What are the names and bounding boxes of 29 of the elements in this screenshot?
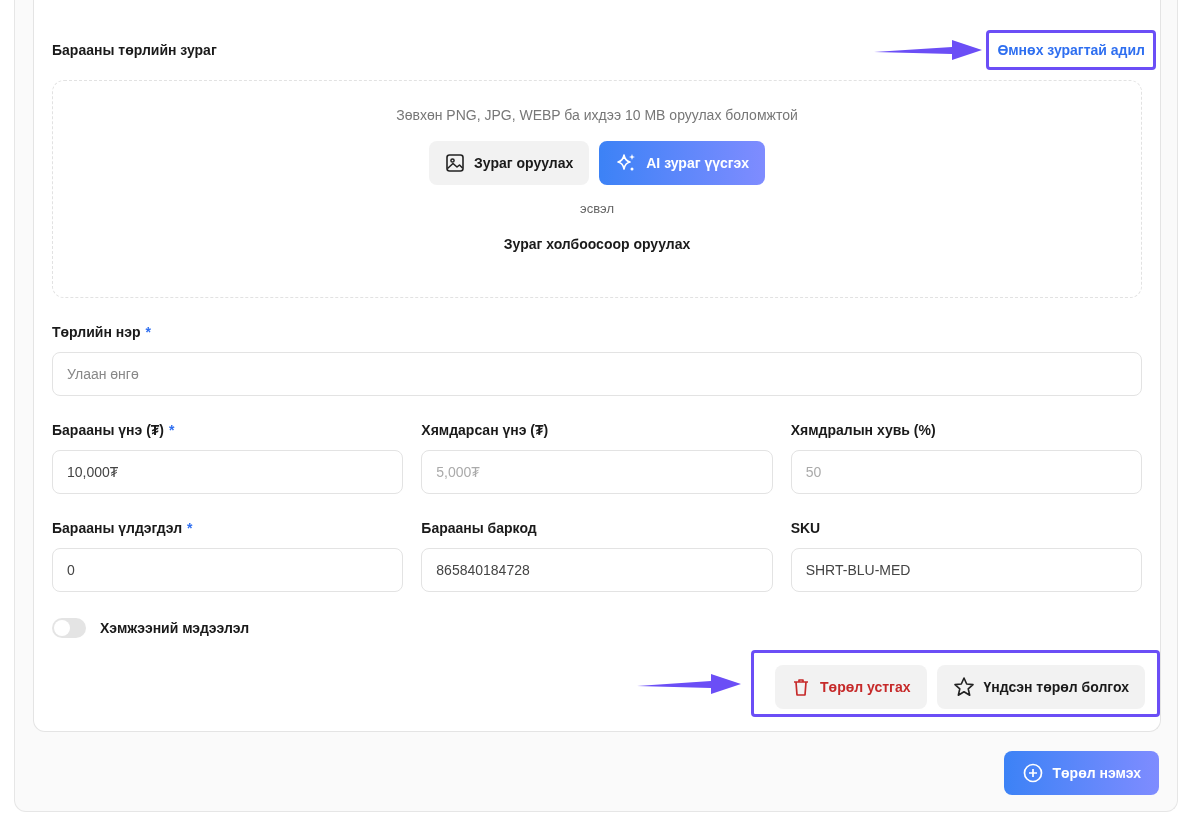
upload-image-button[interactable]: Зураг оруулах bbox=[429, 141, 590, 185]
toggle-label: Хэмжээний мэдээлэл bbox=[100, 620, 250, 636]
same-image-link[interactable]: Өмнөх зурагтай адил bbox=[997, 42, 1145, 58]
input-field[interactable]: SHRT-BLU-MED bbox=[790, 548, 1142, 592]
delete-button[interactable]: Төрөл устгах bbox=[775, 665, 927, 709]
set-main-button[interactable]: Үндсэн төрөл болгох bbox=[936, 665, 1145, 709]
field-label: Хямдралын хувь (%) bbox=[790, 422, 936, 440]
image-icon bbox=[445, 153, 466, 173]
field-label: Барааны үнэ (₮) bbox=[52, 422, 164, 440]
field-label: Барааны баркод bbox=[421, 520, 537, 538]
field-label: Хямдарсан үнэ (₮) bbox=[421, 422, 549, 440]
toggle-switch[interactable] bbox=[52, 618, 86, 638]
upload-hint: Зөвхөн PNG, JPG, WEBP ба ихдээ 10 MB оруулах боломжтой bbox=[396, 107, 798, 123]
name-input[interactable]: Улаан өнгө bbox=[52, 352, 1142, 396]
input-field[interactable]: 865840184728 bbox=[421, 548, 773, 592]
plus-circle-icon bbox=[1021, 762, 1044, 784]
upload-dropzone[interactable]: Зөвхөн PNG, JPG, WEBP ба ихдээ 10 MB оруулах боломжтой Зураг оруулах AI зураг үүсгэх эсвэл Зураг холбоосоор оруулах bbox=[52, 80, 1142, 298]
input-field[interactable]: 10,000₮ bbox=[52, 450, 404, 494]
required-mark: * bbox=[145, 324, 151, 342]
or-text: эсвэл bbox=[580, 201, 614, 216]
field-label: Барааны үлдэгдэл bbox=[52, 520, 183, 538]
input-field[interactable]: 0 bbox=[52, 548, 404, 592]
required-mark: * bbox=[169, 422, 175, 440]
field-label: Төрлийн нэр bbox=[52, 324, 141, 342]
field-label: SKU bbox=[790, 520, 821, 538]
star-icon bbox=[952, 676, 975, 698]
url-upload-link[interactable]: Зураг холбоосоор оруулах bbox=[503, 236, 691, 252]
section-title: Барааны төрлийн зураг bbox=[52, 42, 217, 58]
required-mark: * bbox=[187, 520, 193, 538]
